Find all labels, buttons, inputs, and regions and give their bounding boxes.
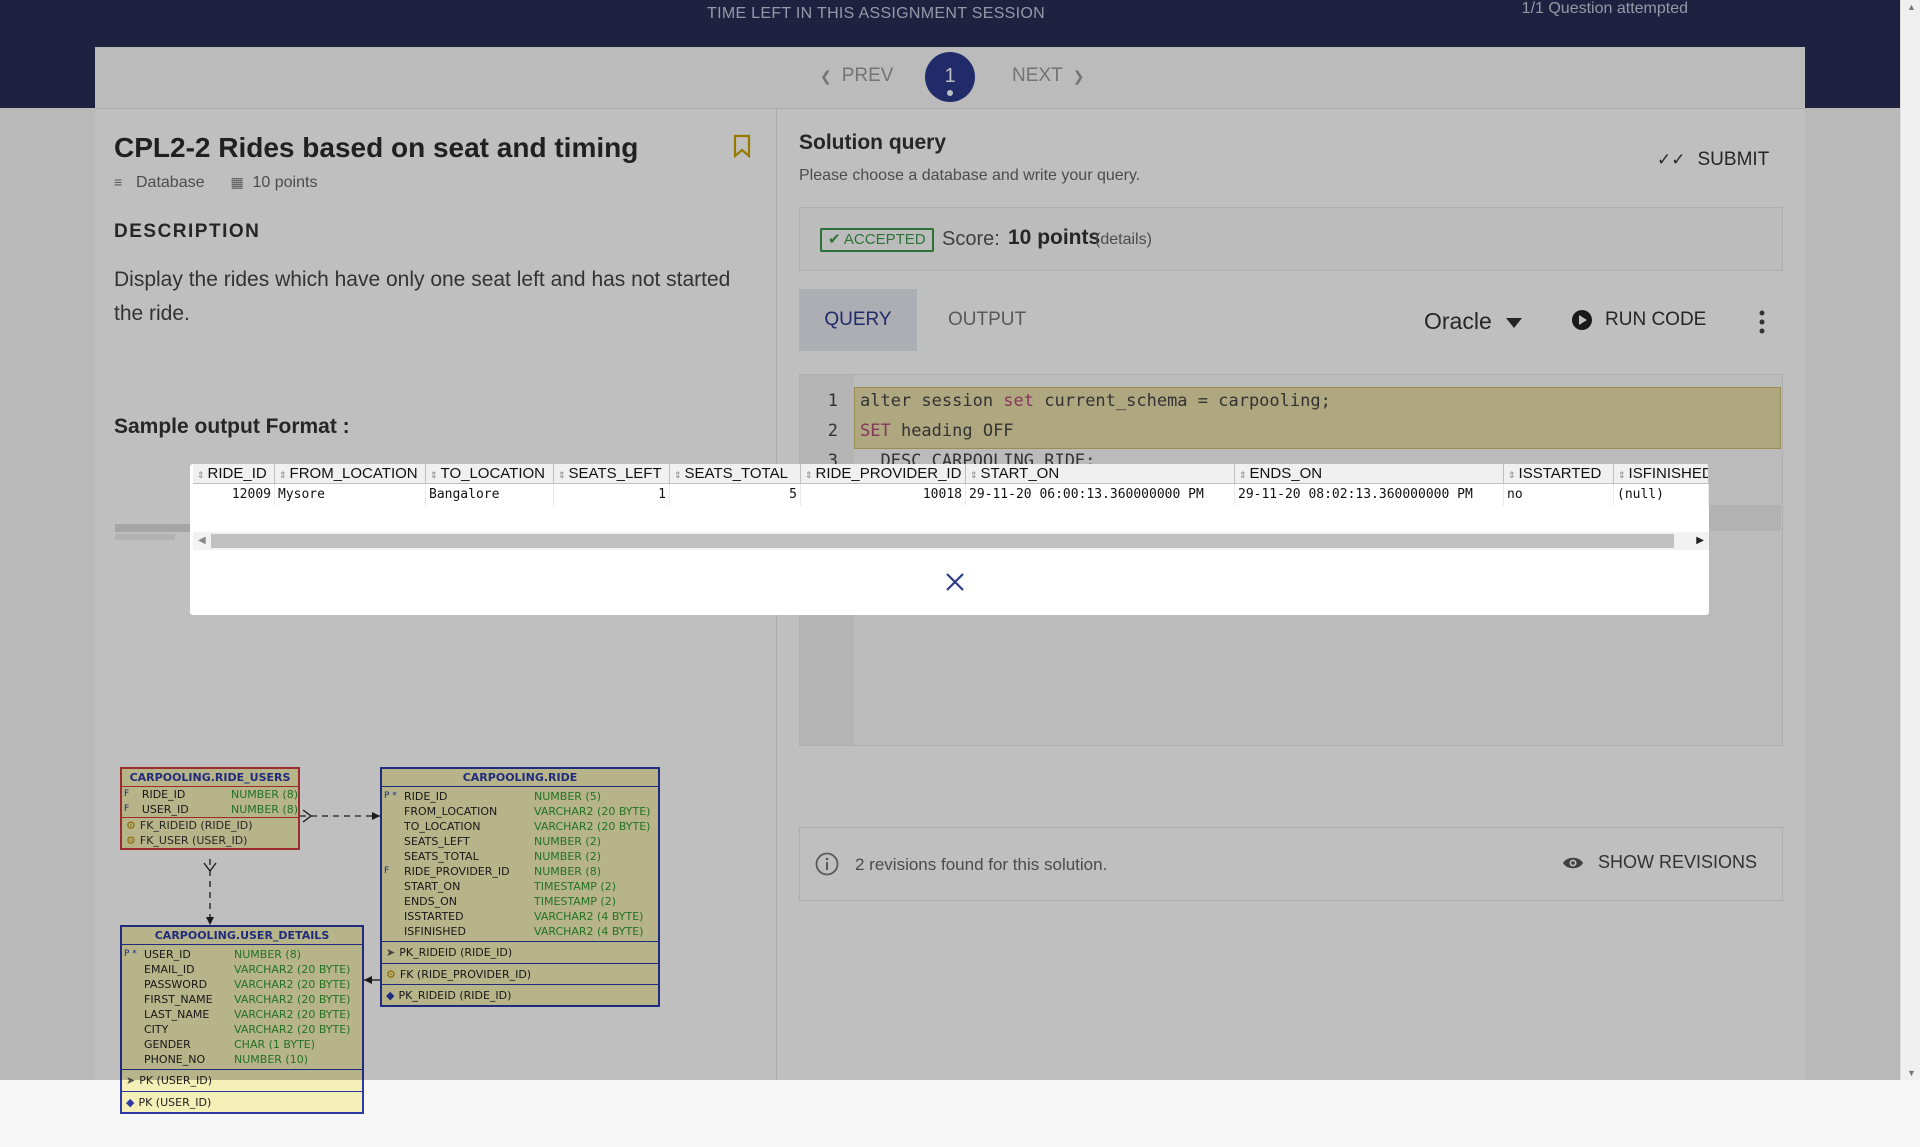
column-header[interactable]: ⇕ RIDE_PROVIDER_ID [801, 464, 966, 483]
table-row: 12009 Mysore Bangalore 1 5 10018 29-11-2… [193, 484, 1709, 506]
table-cell: Bangalore [426, 484, 554, 506]
table-cell: 1 [554, 484, 670, 506]
table-cell: Mysore [275, 484, 426, 506]
table-cell: 12009 [193, 484, 275, 506]
scroll-down-icon[interactable]: ▼ [1907, 1068, 1916, 1078]
scroll-left-icon[interactable]: ◀ [198, 535, 206, 546]
key-icon: ◆ [126, 1096, 135, 1109]
table-cell: 29-11-20 06:00:13.360000000 PM [966, 484, 1235, 506]
column-header[interactable]: ⇕ SEATS_TOTAL [670, 464, 801, 483]
column-header[interactable]: ⇕ SEATS_LEFT [554, 464, 670, 483]
result-grid: ⇕ RIDE_ID ⇕ FROM_LOCATION ⇕ TO_LOCATION ⇕ SE… [193, 464, 1709, 506]
column-header[interactable]: ⇕ TO_LOCATION [426, 464, 554, 483]
table-cell: no [1504, 484, 1614, 506]
column-header[interactable]: ⇕ FROM_LOCATION [275, 464, 426, 483]
table-cell: 29-11-20 08:02:13.360000000 PM [1235, 484, 1504, 506]
close-icon[interactable] [943, 570, 967, 594]
column-header[interactable]: ⇕ ENDS_ON [1235, 464, 1504, 483]
scrollbar-thumb[interactable] [211, 534, 1674, 548]
column-header[interactable]: ⇕ START_ON [966, 464, 1235, 483]
result-grid-header: ⇕ RIDE_ID ⇕ FROM_LOCATION ⇕ TO_LOCATION ⇕ SE… [193, 464, 1709, 484]
scroll-up-icon[interactable]: ▲ [1907, 2, 1916, 12]
table-cell: 5 [670, 484, 801, 506]
table-cell: 10018 [801, 484, 966, 506]
horizontal-scrollbar[interactable]: ◀ ▶ [193, 532, 1709, 550]
table-cell: (null) [1614, 484, 1709, 506]
sample-output-modal: ⇕ RIDE_ID ⇕ FROM_LOCATION ⇕ TO_LOCATION ⇕ SE… [190, 464, 1709, 615]
column-header[interactable]: ⇕ RIDE_ID [193, 464, 275, 483]
column-header[interactable]: ⇕ ISSTARTED [1504, 464, 1614, 483]
column-header[interactable]: ⇕ ISFINISHED [1614, 464, 1709, 483]
page-scrollbar[interactable]: ▲ ▼ [1900, 0, 1920, 1080]
scroll-right-icon[interactable]: ▶ [1696, 535, 1704, 546]
erd-key: ◆ PK (USER_ID) [122, 1091, 362, 1112]
